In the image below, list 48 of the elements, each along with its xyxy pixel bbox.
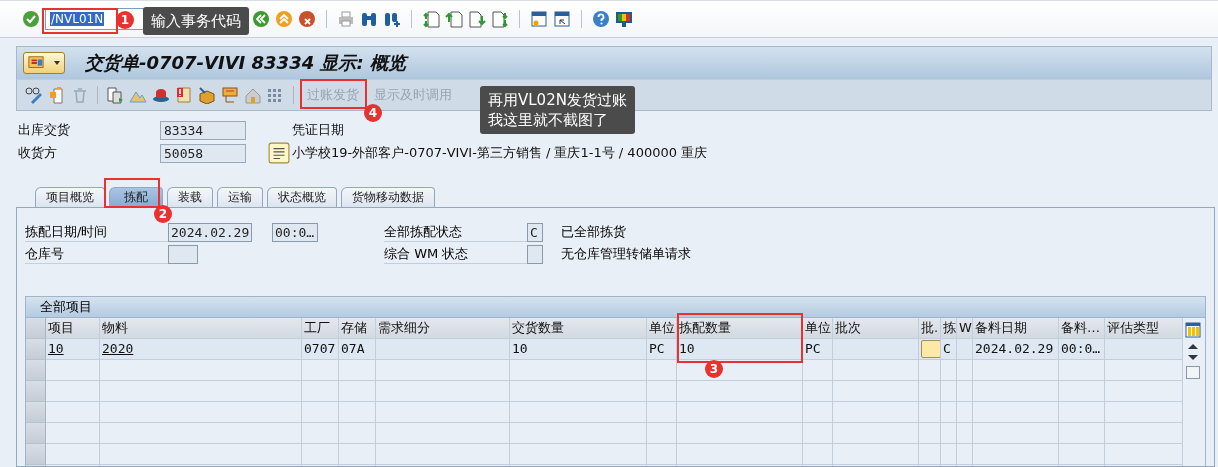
tab[interactable]: 装载: [167, 187, 213, 207]
column-header[interactable]: W: [957, 318, 973, 339]
tab[interactable]: 项目概览: [35, 187, 105, 207]
table-link[interactable]: 2020: [102, 341, 134, 356]
column-header[interactable]: 批.: [919, 318, 941, 339]
table-cell: PC: [803, 339, 833, 360]
column-header[interactable]: 批次: [833, 318, 919, 339]
callout-tooltip: 输入事务代码: [143, 7, 249, 35]
input-field[interactable]: 83334: [160, 120, 246, 140]
ship-to-description: 小学校19-外部客户-0707-VIVI-第三方销售 / 重庆1-1号 / 400000 重庆: [292, 144, 709, 162]
step-badge: 4: [364, 104, 382, 122]
column-header[interactable]: 项目: [46, 318, 100, 339]
callout-tooltip: 再用VL02N发货过账 我这里就不截图了: [480, 86, 635, 134]
column-header[interactable]: 单位: [803, 318, 833, 339]
input-field[interactable]: 50058: [160, 143, 246, 163]
status-text: 无仓库管理转储单请求: [561, 245, 692, 263]
tab[interactable]: 状态概览: [267, 187, 337, 207]
tab[interactable]: 运输: [217, 187, 263, 207]
column-header[interactable]: 物料: [100, 318, 302, 339]
column-header[interactable]: 需求细分: [376, 318, 510, 339]
field-label: 凭证日期: [292, 121, 345, 139]
table-cell: 00:0…: [1059, 339, 1105, 360]
column-header[interactable]: 评估类型: [1105, 318, 1183, 339]
column-header[interactable]: 工厂: [302, 318, 339, 339]
column-header[interactable]: 拣: [941, 318, 957, 339]
field-label: 收货方: [18, 144, 58, 162]
column-header[interactable]: 存储: [339, 318, 376, 339]
input-field[interactable]: 2024.02.29: [168, 222, 252, 242]
input-field[interactable]: 00:0…: [272, 222, 318, 242]
input-field[interactable]: C: [527, 222, 543, 242]
table-cell: PC: [647, 339, 677, 360]
table-link[interactable]: 10: [48, 341, 64, 356]
field-label: 出库交货: [18, 121, 71, 139]
column-header[interactable]: 备料日期: [973, 318, 1059, 339]
table-title: 全部项目: [26, 297, 1205, 318]
table-cell: 0707: [302, 339, 339, 360]
table-cell: 10: [677, 339, 803, 360]
column-header[interactable]: 交货数量: [510, 318, 647, 339]
table-cell: 10: [510, 339, 647, 360]
table-cell: 07A: [339, 339, 376, 360]
table-cell: 2024.02.29: [973, 339, 1059, 360]
column-header[interactable]: 拣配数量: [677, 318, 803, 339]
column-header[interactable]: 备料…: [1059, 318, 1105, 339]
status-text: 已全部拣货: [561, 223, 627, 241]
tab[interactable]: 拣配: [109, 187, 163, 207]
table-cell: C: [941, 339, 957, 360]
tab[interactable]: 货物移动数据: [341, 187, 435, 207]
column-header[interactable]: 单位: [647, 318, 677, 339]
